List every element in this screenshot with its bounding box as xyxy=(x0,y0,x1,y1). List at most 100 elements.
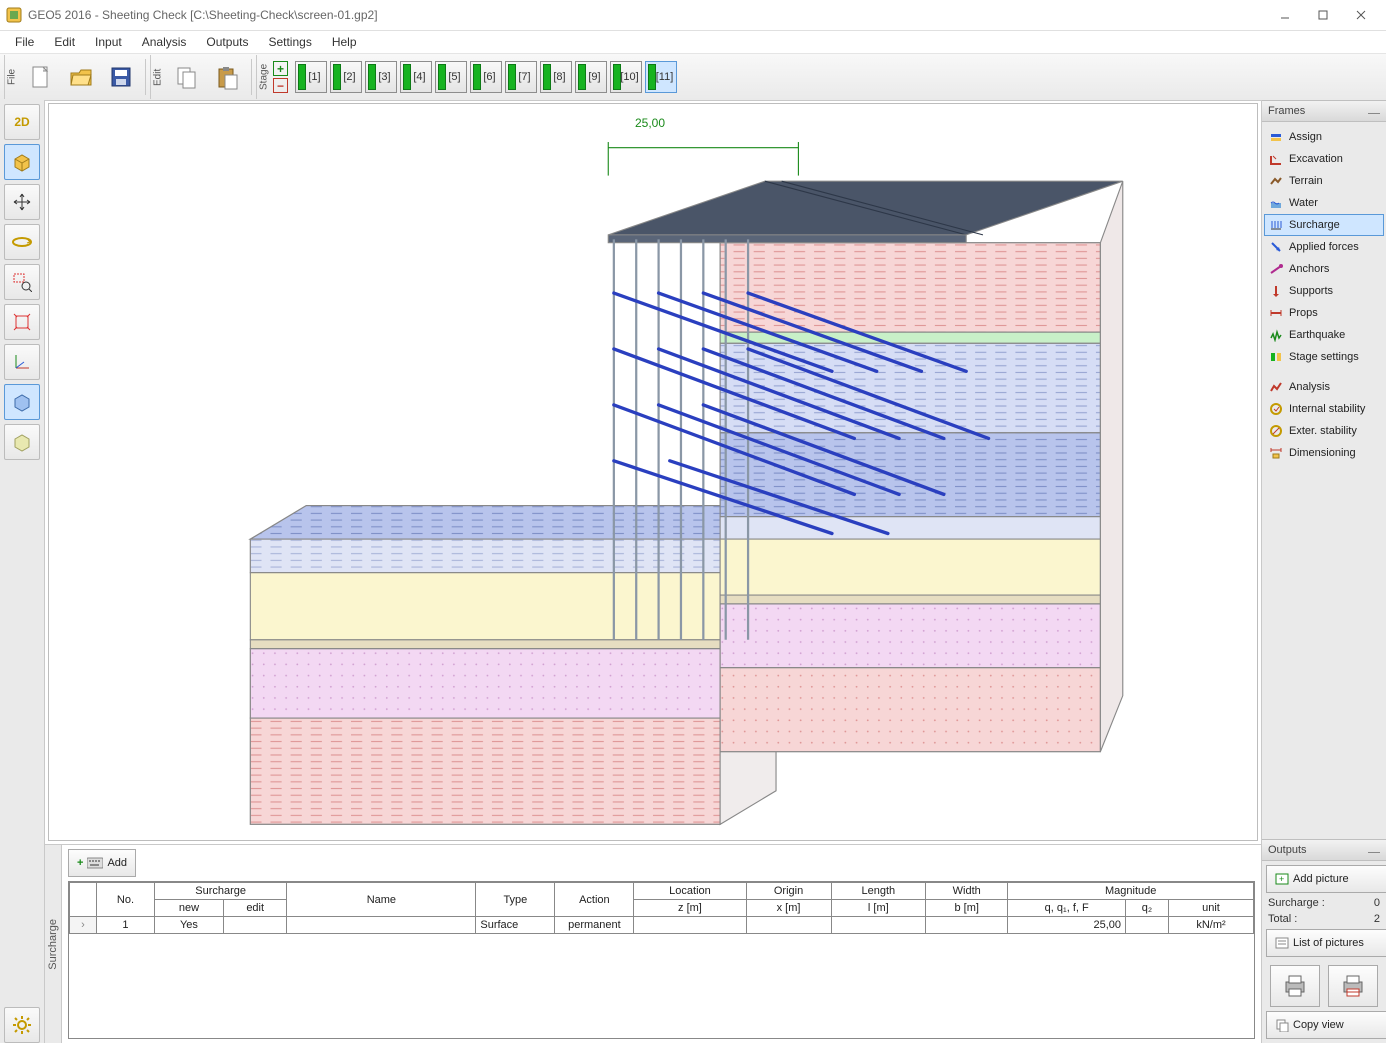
stage-10[interactable]: [10] xyxy=(610,61,642,93)
view-2d-button[interactable]: 2D xyxy=(4,104,40,140)
minimize-button[interactable] xyxy=(1266,3,1304,27)
stage-7[interactable]: [7] xyxy=(505,61,537,93)
frame-item-anchors[interactable]: Anchors xyxy=(1264,258,1384,280)
frame-item-dimensioning[interactable]: Dimensioning xyxy=(1264,442,1384,464)
table-row[interactable]: ›1YesSurfacepermanent25,00kN/m² xyxy=(70,917,1254,934)
app-icon xyxy=(6,7,22,23)
print-button[interactable] xyxy=(1270,965,1320,1007)
bottom-panel-tab[interactable]: Surcharge xyxy=(45,845,62,1043)
frame-item-terrain[interactable]: Terrain xyxy=(1264,170,1384,192)
menubar: File Edit Input Analysis Outputs Setting… xyxy=(0,31,1386,54)
pan-button[interactable] xyxy=(4,184,40,220)
menu-outputs[interactable]: Outputs xyxy=(197,33,257,51)
frame-item-stage-settings[interactable]: Stage settings xyxy=(1264,346,1384,368)
maximize-button[interactable] xyxy=(1304,3,1342,27)
copy-button[interactable] xyxy=(168,58,206,96)
zoom-extents-button[interactable] xyxy=(4,304,40,340)
menu-input[interactable]: Input xyxy=(86,33,131,51)
list-of-pictures-button[interactable]: List of pictures xyxy=(1266,929,1386,957)
remove-stage-button[interactable]: − xyxy=(273,78,288,93)
shade-front-button[interactable] xyxy=(4,384,40,420)
toolbar-group-stage: Stage xyxy=(256,55,271,99)
titlebar: GEO5 2016 - Sheeting Check [C:\Sheeting-… xyxy=(0,0,1386,31)
paste-button[interactable] xyxy=(208,58,246,96)
window-title: GEO5 2016 - Sheeting Check [C:\Sheeting-… xyxy=(28,8,1266,22)
props-icon xyxy=(1269,306,1283,320)
stage-11[interactable]: [11] xyxy=(645,61,677,93)
stage-strip: [1][2][3][4][5][6][7][8][9][10][11] xyxy=(295,61,677,93)
bottom-panel: Surcharge + Add No. xyxy=(45,844,1261,1043)
toolbar-group-edit: Edit xyxy=(150,55,165,99)
stage-6[interactable]: [6] xyxy=(470,61,502,93)
frame-item-exter-stability[interactable]: Exter. stability xyxy=(1264,420,1384,442)
view-3d-button[interactable] xyxy=(4,144,40,180)
svg-text:+: + xyxy=(1279,874,1284,884)
assign-icon xyxy=(1269,130,1283,144)
add-surcharge-button[interactable]: + Add xyxy=(68,849,136,877)
supports-icon xyxy=(1269,284,1283,298)
outputs-panel-header[interactable]: Outputs xyxy=(1262,839,1386,861)
frame-item-applied-forces[interactable]: Applied forces xyxy=(1264,236,1384,258)
minimize-icon xyxy=(1368,848,1380,853)
menu-edit[interactable]: Edit xyxy=(45,33,84,51)
frame-item-excavation[interactable]: Excavation xyxy=(1264,148,1384,170)
terrain-icon xyxy=(1269,174,1283,188)
dim-icon xyxy=(1269,446,1283,460)
stage-2[interactable]: [2] xyxy=(330,61,362,93)
toolbar: File Edit Stage + − [1][2][3][4][5][6][7… xyxy=(0,54,1386,101)
earthquake-icon xyxy=(1269,328,1283,342)
anchors-icon xyxy=(1269,262,1283,276)
new-file-button[interactable] xyxy=(22,58,60,96)
analysis-icon xyxy=(1269,380,1283,394)
stage-5[interactable]: [5] xyxy=(435,61,467,93)
frame-item-internal-stability[interactable]: Internal stability xyxy=(1264,398,1384,420)
stage-9[interactable]: [9] xyxy=(575,61,607,93)
frame-item-analysis[interactable]: Analysis xyxy=(1264,376,1384,398)
stage-4[interactable]: [4] xyxy=(400,61,432,93)
close-button[interactable] xyxy=(1342,3,1380,27)
frames-panel-header[interactable]: Frames xyxy=(1262,100,1386,122)
add-picture-icon: + xyxy=(1275,872,1289,886)
frame-item-surcharge[interactable]: Surcharge xyxy=(1264,214,1384,236)
add-stage-button[interactable]: + xyxy=(273,61,288,76)
model-viewport[interactable]: 25,00 xyxy=(48,103,1258,841)
axes-button[interactable] xyxy=(4,344,40,380)
keyboard-icon xyxy=(87,857,103,869)
plus-icon: + xyxy=(77,857,83,869)
settings-gear-button[interactable] xyxy=(4,1007,40,1043)
view-toolbar: 2D xyxy=(0,100,45,1043)
frame-item-earthquake[interactable]: Earthquake xyxy=(1264,324,1384,346)
intstab-icon xyxy=(1269,402,1283,416)
orbit-button[interactable] xyxy=(4,224,40,260)
add-picture-button[interactable]: + Add picture xyxy=(1266,865,1386,893)
surcharge-table[interactable]: No. Surcharge Name Type Action Location … xyxy=(68,881,1255,1039)
stage-8[interactable]: [8] xyxy=(540,61,572,93)
menu-analysis[interactable]: Analysis xyxy=(133,33,196,51)
frame-item-water[interactable]: Water xyxy=(1264,192,1384,214)
window-controls xyxy=(1266,3,1380,27)
shade-back-button[interactable] xyxy=(4,424,40,460)
excavation-icon xyxy=(1269,152,1283,166)
minimize-icon xyxy=(1368,109,1380,114)
stageset-icon xyxy=(1269,350,1283,364)
menu-help[interactable]: Help xyxy=(323,33,366,51)
copy-icon xyxy=(1275,1018,1289,1032)
copy-view-button[interactable]: Copy view xyxy=(1266,1011,1386,1039)
list-icon xyxy=(1275,936,1289,950)
open-file-button[interactable] xyxy=(62,58,100,96)
frame-item-props[interactable]: Props xyxy=(1264,302,1384,324)
forces-icon xyxy=(1269,240,1283,254)
save-file-button[interactable] xyxy=(102,58,140,96)
menu-file[interactable]: File xyxy=(6,33,43,51)
zoom-window-button[interactable] xyxy=(4,264,40,300)
stage-3[interactable]: [3] xyxy=(365,61,397,93)
water-icon xyxy=(1269,196,1283,210)
print-red-button[interactable] xyxy=(1328,965,1378,1007)
surcharge-icon xyxy=(1269,218,1283,232)
stage-1[interactable]: [1] xyxy=(295,61,327,93)
menu-settings[interactable]: Settings xyxy=(259,33,320,51)
frame-item-assign[interactable]: Assign xyxy=(1264,126,1384,148)
frames-list: AssignExcavationTerrainWaterSurchargeApp… xyxy=(1262,122,1386,839)
right-column: Frames AssignExcavationTerrainWaterSurch… xyxy=(1261,100,1386,1043)
frame-item-supports[interactable]: Supports xyxy=(1264,280,1384,302)
